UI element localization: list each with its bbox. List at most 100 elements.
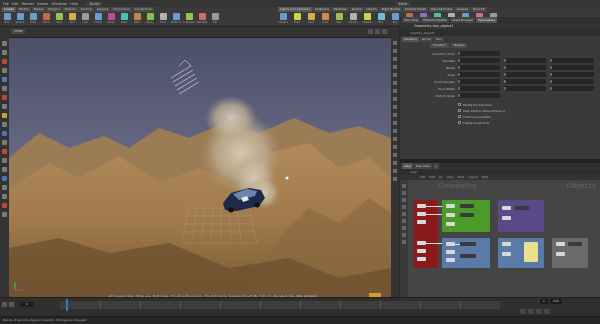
shelf-tool-button[interactable]: L-System [183, 13, 195, 26]
shelf-tool-button[interactable]: Point [292, 13, 302, 26]
param-value-field[interactable] [458, 65, 500, 70]
node[interactable] [502, 216, 511, 220]
record-tool-icon[interactable] [2, 203, 7, 208]
shelf-tool-button[interactable]: Path [132, 13, 142, 26]
shelf-tool-button[interactable]: Font [158, 13, 168, 26]
menu-help[interactable]: Help [70, 2, 78, 6]
persp-icon[interactable] [368, 29, 373, 34]
magnet-tool-icon[interactable] [2, 140, 7, 145]
network-path[interactable]: /obj/ [410, 170, 417, 174]
section-misc[interactable]: Misc [434, 37, 444, 42]
param-value-field[interactable] [458, 72, 500, 77]
render-icon[interactable] [393, 161, 397, 165]
timeline-playhead[interactable] [66, 299, 68, 311]
render-tool-icon[interactable] [2, 194, 7, 199]
shaded-icon[interactable] [393, 57, 397, 61]
node[interactable] [446, 250, 455, 254]
bbox-icon[interactable] [393, 129, 397, 133]
display-tool-icon[interactable] [2, 212, 7, 217]
shading-icon[interactable] [382, 29, 387, 34]
net-zoom-icon[interactable] [402, 198, 406, 202]
shelf-right-tab[interactable]: Grains [349, 7, 364, 12]
shelf-tab[interactable]: Texture [78, 7, 94, 12]
net-grid-icon[interactable] [402, 205, 406, 209]
shelf-tool-button[interactable]: Distant [362, 13, 372, 26]
scene-viewport[interactable] [9, 38, 391, 297]
shelf-right-tab[interactable]: Rigid Bodies [379, 7, 403, 12]
scale-tool-icon[interactable] [2, 68, 7, 73]
param-value-field[interactable] [550, 86, 594, 91]
checkbox-icon[interactable] [458, 109, 461, 112]
node[interactable] [446, 258, 455, 262]
pose-tool-icon[interactable] [2, 86, 7, 91]
shelf-tool-button[interactable]: Camera [278, 13, 288, 26]
param-checkbox[interactable]: Keep Position When Parenting [458, 108, 578, 113]
screenshot-icon[interactable] [393, 177, 397, 181]
node[interactable] [446, 213, 455, 217]
net-pan-icon[interactable] [402, 191, 406, 195]
param-value-field[interactable] [458, 51, 500, 56]
node[interactable] [446, 242, 455, 246]
shelf-right-tab[interactable]: Viscous Fluids [428, 7, 455, 12]
net-layout-icon[interactable] [402, 212, 406, 216]
node[interactable] [568, 242, 582, 246]
section-transform[interactable]: Transform [402, 37, 419, 42]
param-value-field[interactable] [504, 58, 546, 63]
checkbox-icon[interactable] [458, 115, 461, 118]
footprint-icon[interactable] [393, 121, 397, 125]
node[interactable] [446, 204, 455, 208]
shelf-tab[interactable]: Characters [111, 7, 132, 12]
shelf-tool-button[interactable]: Platonic [171, 13, 181, 26]
node[interactable] [460, 242, 476, 246]
net-select-icon[interactable] [402, 184, 406, 188]
move-tool-icon[interactable] [2, 50, 7, 55]
param-value-field[interactable] [458, 79, 500, 84]
shelf-tool-button[interactable]: Circle [93, 13, 103, 26]
display-options-icon[interactable] [393, 41, 397, 45]
light-tool-icon[interactable] [2, 185, 7, 190]
checkbox-icon[interactable] [458, 103, 461, 106]
param-value-field[interactable] [458, 93, 500, 98]
group-tool-icon[interactable] [2, 167, 7, 172]
channel-icon[interactable] [528, 309, 534, 314]
flipbook-icon[interactable] [393, 169, 397, 173]
menu-edit[interactable]: Edit [12, 2, 19, 6]
net-shape-icon[interactable] [402, 240, 406, 244]
home-icon[interactable] [393, 153, 397, 157]
shelf-right-tab[interactable]: Collisions [312, 7, 332, 12]
shelf-right-tab[interactable]: Particle Fluids [403, 7, 428, 12]
node[interactable] [515, 206, 529, 210]
view-tool-icon[interactable] [2, 104, 7, 109]
shelf-tool-button[interactable]: Box [2, 13, 12, 26]
subtab-material[interactable]: Material [450, 43, 468, 48]
section-render[interactable]: Render [419, 37, 434, 42]
menu-file[interactable]: File [3, 2, 9, 6]
brush-tool-icon[interactable] [2, 95, 7, 100]
param-value-field[interactable] [458, 86, 500, 91]
param-value-field[interactable] [550, 65, 594, 70]
subtab-transform[interactable]: Transform [430, 43, 449, 48]
grid-icon[interactable] [393, 89, 397, 93]
shelf-tool-button[interactable]: Tube [28, 13, 38, 26]
shelf-tool-button[interactable]: Grid [54, 13, 64, 26]
node[interactable] [417, 249, 426, 253]
current-frame-field[interactable]: 1 [20, 302, 34, 307]
node[interactable] [417, 204, 426, 208]
shelf-tab[interactable]: Deform [62, 7, 78, 12]
audio-icon[interactable] [544, 309, 550, 314]
shelf-tab[interactable]: Constraints [132, 7, 154, 12]
shelf-tool-button[interactable]: File [210, 13, 220, 26]
node-path[interactable]: /obj/box_object1 [410, 31, 435, 35]
param-value-field[interactable] [504, 65, 546, 70]
lights-icon[interactable] [393, 65, 397, 69]
jump-start-icon[interactable] [2, 302, 7, 307]
snap-tool-icon[interactable] [2, 113, 7, 118]
param-value-field[interactable] [504, 86, 546, 91]
net-color-icon[interactable] [402, 233, 406, 237]
sticky-note[interactable] [524, 242, 538, 262]
shelf-right-tab[interactable]: Vellum [364, 7, 379, 12]
sculpt-tool-icon[interactable] [2, 158, 7, 163]
node[interactable] [502, 242, 511, 246]
range-end-field[interactable]: 240 [549, 299, 562, 304]
shelf-tool-button[interactable]: Draw [119, 13, 129, 26]
